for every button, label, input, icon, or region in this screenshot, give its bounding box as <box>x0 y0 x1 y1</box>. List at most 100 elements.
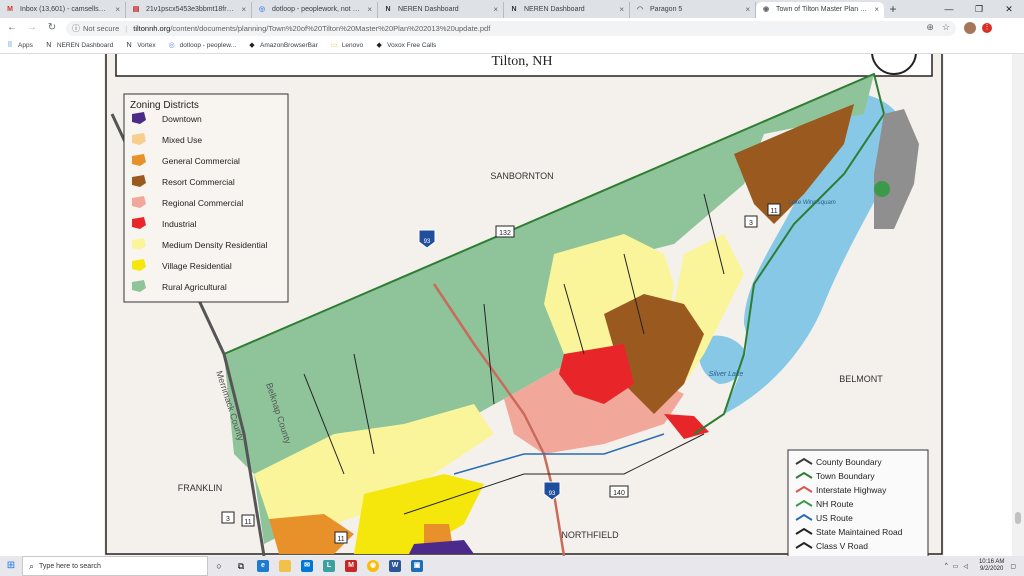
document-icon: ▤ <box>132 6 140 13</box>
mcafee-icon[interactable]: M <box>340 556 362 576</box>
edge-icon[interactable]: e <box>252 556 274 576</box>
folder-icon: ▭ <box>330 41 338 49</box>
cortana-icon[interactable]: ○ <box>208 556 230 576</box>
label-franklin: FRANKLIN <box>178 483 223 493</box>
tab-label[interactable]: Inbox (13,601) - camsellsnh@gm <box>20 2 109 18</box>
tab-close-icon[interactable]: × <box>874 2 879 18</box>
dotloop-icon: ◎ <box>258 6 266 13</box>
tab-2[interactable]: ◎ dotloop - peoplework, not pape × <box>252 2 378 18</box>
line-legend-label: Town Boundary <box>816 471 875 481</box>
bookmark-label[interactable]: Apps <box>18 42 33 49</box>
dotloop-icon: ◎ <box>168 41 175 49</box>
nh-route-shield-132: 132 <box>495 225 515 238</box>
tab-label[interactable]: 21v1pscx5453e3bbmt18fr6ue1v <box>146 2 235 18</box>
tab-close-icon[interactable]: × <box>115 2 120 18</box>
bookmark-6[interactable]: ◆ Voxox Free Calls <box>375 42 436 50</box>
chrome-icon[interactable]: ◉ <box>362 556 384 576</box>
bookmark-label[interactable]: Vortex <box>137 42 155 49</box>
apps-icon: ⠿ <box>7 41 13 49</box>
zoning-legend-label: Rural Agricultural <box>162 282 227 292</box>
bookmark-label[interactable]: AmazonBrowserBar <box>260 42 318 49</box>
tab-close-icon[interactable]: × <box>367 2 372 18</box>
bookmark-3[interactable]: ◎ dotloop - peoplew... <box>168 42 236 50</box>
file-explorer-icon[interactable] <box>274 556 296 576</box>
info-icon[interactable]: ⓘ <box>72 23 80 34</box>
mail-icon[interactable]: ✉ <box>296 556 318 576</box>
bookmark-label[interactable]: Lenovo <box>342 42 363 49</box>
tab-label[interactable]: NEREN Dashboard <box>524 2 613 18</box>
tab-1[interactable]: ▤ 21v1pscx5453e3bbmt18fr6ue1v × <box>126 2 252 18</box>
not-secure-label[interactable]: Not secure <box>83 24 119 33</box>
word-icon[interactable]: W <box>384 556 406 576</box>
scrollbar[interactable] <box>1012 54 1024 556</box>
bookmark-label[interactable]: dotloop - peoplew... <box>180 42 236 49</box>
zoning-legend-label: Mixed Use <box>162 135 202 145</box>
line-legend-label: Interstate Highway <box>816 485 887 495</box>
tray-chevron-icon[interactable]: ^ <box>945 563 948 569</box>
zoning-legend-title: Zoning Districts <box>130 100 199 111</box>
minimize-button[interactable]: — <box>934 0 964 18</box>
neren-icon: N <box>511 6 517 13</box>
tab-5[interactable]: ◠ Paragon 5 × <box>630 2 756 18</box>
taskbar-search-box[interactable]: ⌕ Type here to search <box>22 556 208 576</box>
back-arrow-icon[interactable]: ← <box>4 20 20 36</box>
taskbar-search-placeholder[interactable]: Type here to search <box>39 563 101 570</box>
tab-label[interactable]: NEREN Dashboard <box>398 2 487 18</box>
url-input[interactable]: ⓘ Not secure | tiltonnh.org/content/docu… <box>66 20 956 36</box>
shield-3-north-label: 3 <box>749 220 753 227</box>
url-path[interactable]: /content/documents/planning/Town%20of%20… <box>170 24 490 33</box>
windows-start-icon[interactable]: ⊞ <box>0 556 22 576</box>
bookmark-label[interactable]: Voxox Free Calls <box>387 42 436 49</box>
tab-close-icon[interactable]: × <box>241 2 246 18</box>
bookmark-2[interactable]: N Vortex <box>125 41 156 50</box>
zoning-map: Tilton, NH SANBORNTON BELMONT FRANKLIN N… <box>105 54 943 556</box>
nh-route-shield-11-south: 11 <box>334 531 348 544</box>
interstate-shield-93-north: 93 <box>418 229 436 249</box>
star-icon[interactable]: ☆ <box>942 22 950 33</box>
close-window-button[interactable]: ✕ <box>994 0 1024 18</box>
url-separator: | <box>125 23 128 33</box>
interstate-shield-93-south: 93 <box>543 481 561 501</box>
tab-close-icon[interactable]: × <box>493 2 498 18</box>
bookmark-label[interactable]: NEREN Dashboard <box>57 42 113 49</box>
tab-label[interactable]: Paragon 5 <box>650 2 739 18</box>
tab-0[interactable]: M Inbox (13,601) - camsellsnh@gm × <box>0 2 126 18</box>
new-tab-button[interactable]: + <box>884 2 902 18</box>
bookmark-0[interactable]: ⠿ Apps <box>6 41 33 50</box>
shield-3-west-label: 3 <box>226 516 230 523</box>
restore-button[interactable]: ❐ <box>964 0 994 18</box>
reload-icon[interactable]: ↻ <box>44 20 60 36</box>
network-icon[interactable]: ▭ <box>953 563 959 570</box>
lenovo-vantage-icon[interactable]: L <box>318 556 340 576</box>
profile-avatar[interactable] <box>964 22 976 34</box>
zoning-legend-label: General Commercial <box>162 156 240 166</box>
tab-6[interactable]: ◉ Town of Tilton Master Plan 2013 × <box>756 2 884 18</box>
chrome-menu-icon[interactable]: ⋮ <box>982 23 992 33</box>
tab-strip: M Inbox (13,601) - camsellsnh@gm × ▤ 21v1psc… <box>0 0 1024 18</box>
tab-close-icon[interactable]: × <box>619 2 624 18</box>
forward-arrow-icon[interactable]: → <box>24 20 40 36</box>
pdf-viewer[interactable]: Tilton, NH SANBORNTON BELMONT FRANKLIN N… <box>0 54 1024 556</box>
zoom-icon[interactable]: ⊕ <box>926 22 934 33</box>
url-host[interactable]: tiltonnh.org <box>133 24 170 33</box>
shield-11-north-label: 11 <box>770 208 777 215</box>
zoning-legend-label: Medium Density Residential <box>162 240 267 250</box>
tab-close-icon[interactable]: × <box>745 2 750 18</box>
shield-140-label: 140 <box>613 490 625 497</box>
tab-label[interactable]: Town of Tilton Master Plan 2013 <box>776 2 868 18</box>
tab-4[interactable]: N NEREN Dashboard × <box>504 2 630 18</box>
scrollbar-thumb[interactable] <box>1015 512 1021 524</box>
tab-3[interactable]: N NEREN Dashboard × <box>378 2 504 18</box>
vortex-icon: N <box>126 41 132 49</box>
volume-icon[interactable]: ◁ <box>963 563 968 570</box>
bookmark-1[interactable]: N NEREN Dashboard <box>45 42 113 50</box>
photos-icon[interactable]: ▣ <box>406 556 428 576</box>
bookmark-5[interactable]: ▭ Lenovo <box>330 41 364 50</box>
bookmarks-bar: ⠿ Apps N NEREN Dashboard N Vortex ◎ dotloop - p… <box>0 38 1024 54</box>
task-view-icon[interactable]: ⧉ <box>230 556 252 576</box>
bookmark-4[interactable]: ◆ AmazonBrowserBar <box>248 42 318 50</box>
clock[interactable]: 10:16 AM 9/2/2020 <box>979 559 1004 573</box>
tab-label[interactable]: dotloop - peoplework, not pape <box>272 2 361 18</box>
label-silver-lake: Silver Lake <box>709 371 744 378</box>
notification-icon[interactable]: ▢ <box>1010 563 1016 570</box>
